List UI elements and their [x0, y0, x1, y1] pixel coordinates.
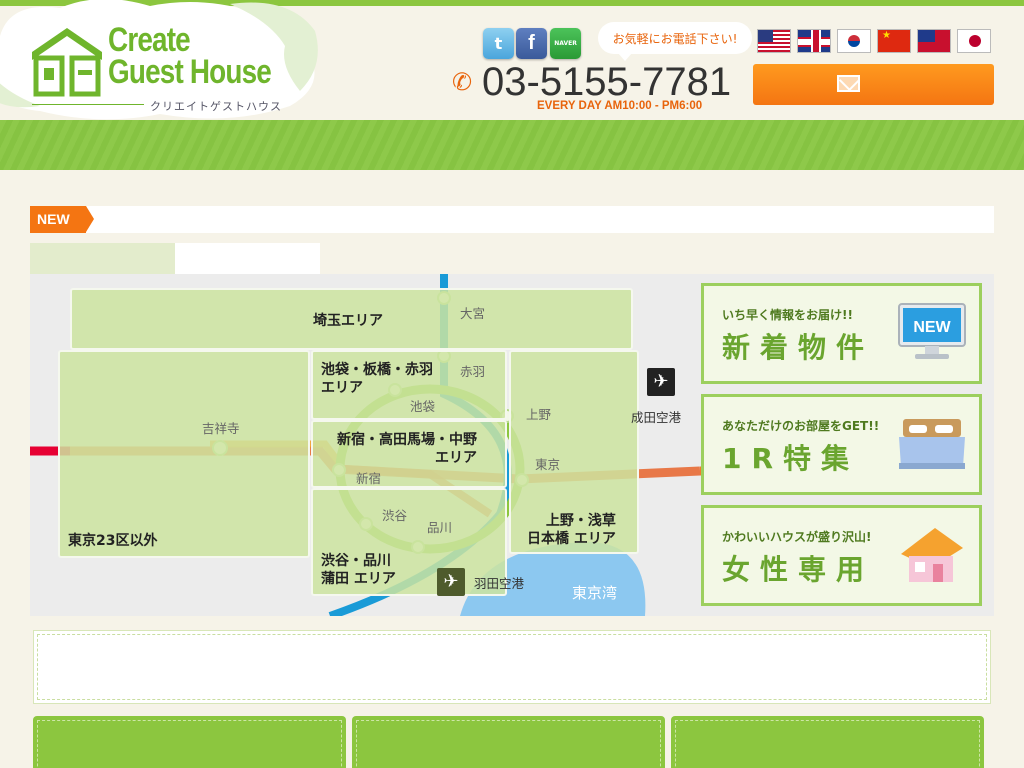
station-kichijoji: 吉祥寺 — [202, 421, 240, 436]
tab-area-map[interactable] — [30, 243, 175, 274]
airport-narita-label: 成田空港 — [631, 410, 682, 425]
station-tokyo: 東京 — [535, 457, 561, 472]
us-flag-icon[interactable] — [757, 29, 791, 53]
logo-title: Create Guest House — [108, 21, 272, 91]
phone-number[interactable]: 03-5155-7781 — [482, 60, 731, 105]
business-hours: EVERY DAY AM10:00 - PM6:00 — [537, 100, 703, 112]
svg-text:NEW: NEW — [913, 319, 951, 336]
area-shinjuku[interactable]: 新宿・高田馬場・中野 エリア — [311, 420, 507, 488]
new-computer-icon: NEW — [898, 303, 966, 359]
feature-card-1[interactable] — [33, 716, 346, 768]
haneda-airport-icon: ✈ — [437, 568, 465, 596]
banner-women-only[interactable]: かわいいハウスが盛り沢山! 女性専用 — [701, 505, 982, 606]
naver-icon[interactable]: NAVER — [550, 28, 581, 59]
site-logo[interactable]: Create Guest House クリエイトゲストハウス — [28, 18, 288, 118]
area-outside-23-wards[interactable]: 東京23区以外 — [58, 350, 310, 558]
news-ticker: NEW — [30, 206, 994, 233]
taiwan-flag-icon[interactable] — [917, 29, 951, 53]
house-icon — [901, 528, 963, 582]
area-ueno[interactable]: 上野・浅草 日本橋 エリア — [509, 350, 639, 554]
station-ikebukuro: 池袋 — [410, 399, 436, 414]
green-nav-band — [0, 120, 1024, 170]
twitter-icon[interactable]: t — [483, 28, 514, 59]
bed-icon — [899, 419, 965, 469]
narita-airport-icon: ✈ — [647, 368, 675, 396]
notice-box — [33, 630, 991, 704]
tokyo-bay-label: 東京湾 — [572, 584, 618, 602]
area-saitama[interactable]: 埼玉エリア — [70, 288, 633, 350]
map-tabs — [30, 243, 320, 274]
feature-card-3[interactable] — [671, 716, 984, 768]
logo-underline — [32, 104, 144, 105]
banner-new-listings[interactable]: いち早く情報をお届け!! 新着物件 NEW — [701, 283, 982, 384]
mail-icon — [837, 75, 860, 92]
logo-subtitle: クリエイトゲストハウス — [150, 100, 282, 113]
china-flag-icon[interactable] — [877, 29, 911, 53]
station-shinagawa: 品川 — [427, 520, 453, 535]
uk-flag-icon[interactable] — [797, 29, 831, 53]
feature-card-2[interactable] — [352, 716, 665, 768]
banner-1r-feature[interactable]: あなただけのお部屋をGET!! 1R特集 — [701, 394, 982, 495]
station-omiya: 大宮 — [460, 306, 486, 321]
station-shibuya: 渋谷 — [382, 508, 408, 523]
contact-mail-button[interactable] — [753, 64, 994, 105]
korea-flag-icon[interactable] — [837, 29, 871, 53]
site-header: Create Guest House クリエイトゲストハウス t f NAVER… — [0, 0, 1024, 120]
airport-haneda-label: 羽田空港 — [474, 576, 525, 591]
phone-icon: ✆ — [452, 68, 473, 96]
station-akabane: 赤羽 — [460, 364, 486, 379]
house-logo-icon — [32, 28, 102, 97]
tab-route-map[interactable] — [175, 243, 320, 274]
station-ueno: 上野 — [526, 407, 552, 422]
call-us-bubble: お気軽にお電話下さい! — [598, 22, 752, 61]
station-shinjuku: 新宿 — [356, 471, 382, 486]
facebook-icon[interactable]: f — [516, 28, 547, 59]
japan-flag-icon[interactable] — [957, 29, 991, 53]
news-label: NEW — [30, 206, 94, 233]
